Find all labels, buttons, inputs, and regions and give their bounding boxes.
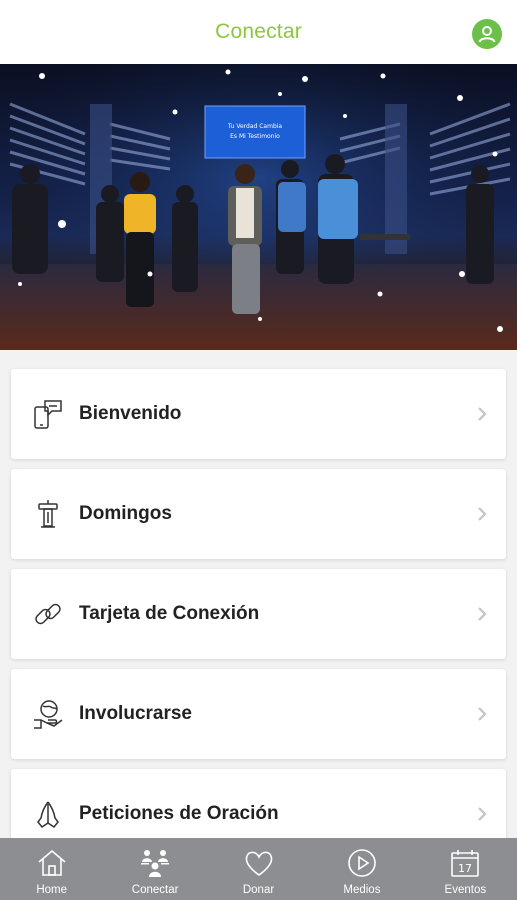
profile-button[interactable] [472, 19, 502, 49]
hand-globe-icon [31, 697, 65, 731]
menu-item-bienvenido[interactable]: Bienvenido [11, 369, 506, 459]
screen-lyric-line-2: Es Mi Testimonio [230, 133, 280, 140]
menu-item-tarjeta-de-conexion[interactable]: Tarjeta de Conexión [11, 569, 506, 659]
chevron-right-icon [478, 807, 487, 821]
tab-conectar[interactable]: Conectar [103, 838, 206, 900]
home-icon [35, 846, 69, 880]
people-icon [138, 846, 172, 880]
menu-item-involucrarse[interactable]: Involucrarse [11, 669, 506, 759]
menu-item-label: Peticiones de Oración [79, 803, 279, 824]
connect-menu-list: Bienvenido Domingos Tarjeta de Conexión … [0, 350, 517, 838]
tab-home[interactable]: Home [0, 838, 103, 900]
calendar-icon: 17 [448, 846, 482, 880]
bottom-tab-bar: Home Conectar Donar Medios 17 Eventos [0, 838, 517, 900]
worship-stage-photo: Tu Verdad Cambia Es Mi Testimonio [0, 64, 517, 350]
menu-item-label: Involucrarse [79, 703, 192, 724]
tab-donar[interactable]: Donar [207, 838, 310, 900]
chevron-right-icon [478, 407, 487, 421]
phone-chat-icon [31, 397, 65, 431]
menu-item-peticiones-de-oracion[interactable]: Peticiones de Oración [11, 769, 506, 838]
chevron-right-icon [478, 707, 487, 721]
tab-label: Eventos [444, 884, 487, 896]
praying-hands-icon [31, 797, 65, 831]
menu-item-label: Tarjeta de Conexión [79, 603, 260, 624]
menu-item-domingos[interactable]: Domingos [11, 469, 506, 559]
play-circle-icon [345, 846, 379, 880]
page-title: Conectar [215, 20, 302, 43]
chevron-right-icon [478, 507, 487, 521]
tab-eventos[interactable]: 17 Eventos [414, 838, 517, 900]
menu-item-label: Domingos [79, 503, 172, 524]
chevron-right-icon [478, 607, 487, 621]
calendar-day-number: 17 [458, 862, 472, 875]
tab-label: Home [36, 884, 68, 896]
heart-icon [242, 846, 276, 880]
link-icon [31, 597, 65, 631]
tab-label: Conectar [131, 884, 179, 896]
tab-label: Donar [242, 884, 275, 896]
tab-medios[interactable]: Medios [310, 838, 413, 900]
hero-image: Tu Verdad Cambia Es Mi Testimonio [0, 64, 517, 350]
top-bar: Conectar [0, 0, 517, 64]
tab-label: Medios [343, 884, 381, 896]
user-avatar-icon [478, 26, 496, 43]
pulpit-icon [31, 497, 65, 531]
menu-item-label: Bienvenido [79, 403, 182, 424]
screen-lyric-line-1: Tu Verdad Cambia [227, 123, 283, 130]
